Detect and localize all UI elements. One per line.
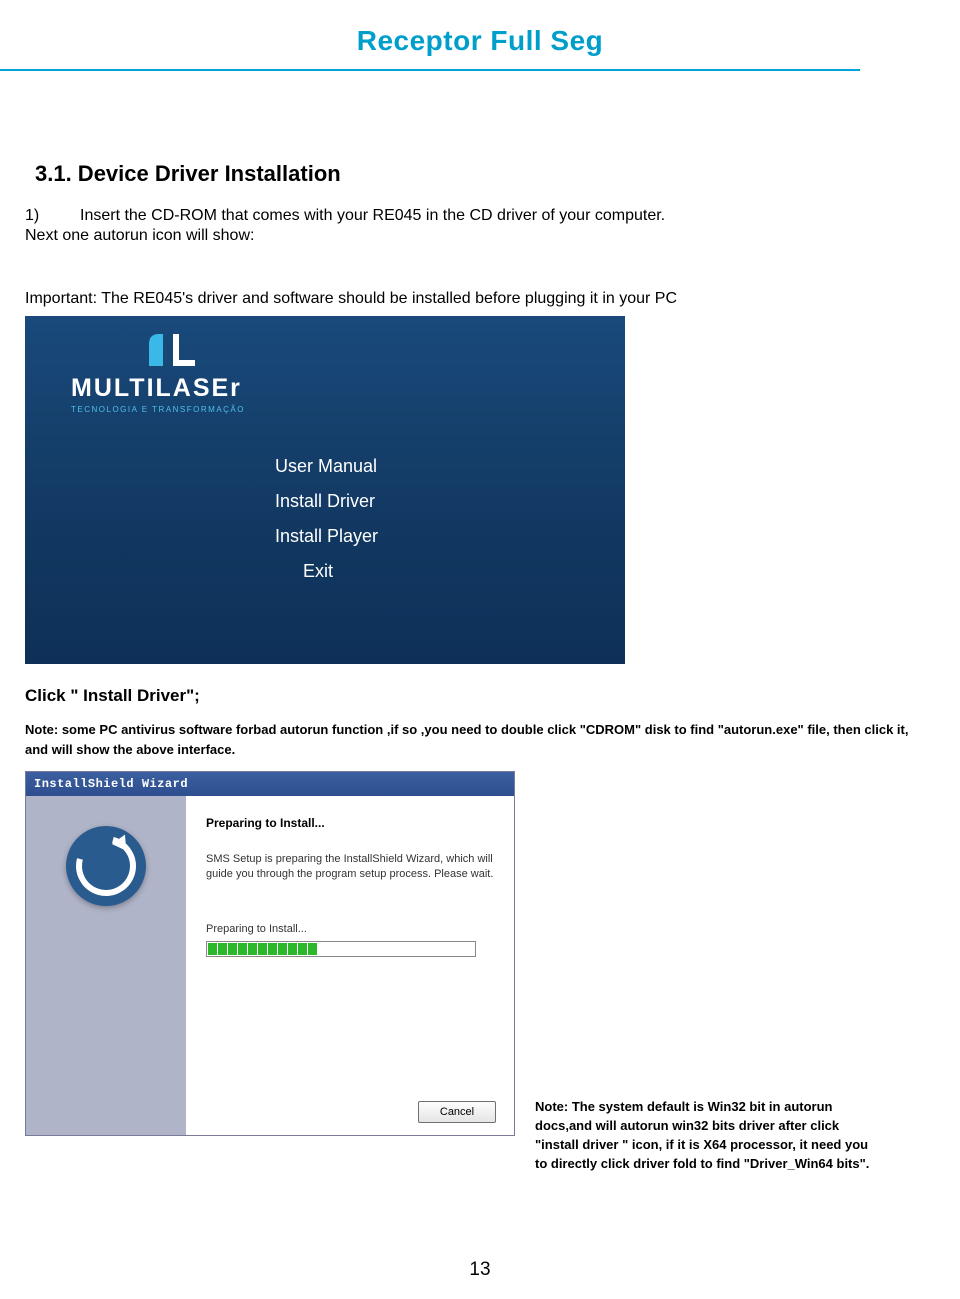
cancel-button[interactable]: Cancel (418, 1101, 496, 1123)
multilaser-logo-icon (141, 326, 201, 366)
logo-subtitle: TECNOLOGIA E TRANSFORMAÇÃO (71, 405, 245, 414)
installer-disc-icon (66, 826, 146, 906)
header-divider (0, 69, 860, 71)
installer-progress (206, 941, 476, 957)
installer-sub: Preparing to Install... (206, 923, 494, 935)
installshield-screenshot: InstallShield Wizard Preparing to Instal… (25, 771, 515, 1136)
next-line: Next one autorun icon will show: (25, 227, 935, 245)
step-1: 1)Insert the CD-ROM that comes with your… (25, 207, 935, 225)
logo-block: MULTILASEr TECNOLOGIA E TRANSFORMAÇÃO (71, 326, 245, 414)
step-text: Insert the CD-ROM that comes with your R… (80, 207, 665, 224)
menu-exit[interactable]: Exit (303, 561, 378, 582)
section-heading: 3.1. Device Driver Installation (35, 161, 935, 187)
step-number: 1) (25, 207, 80, 225)
installer-heading: Preparing to Install... (206, 816, 494, 830)
autorun-menu: User Manual Install Driver Install Playe… (275, 456, 378, 596)
important-note: Important: The RE045's driver and softwa… (25, 290, 935, 308)
side-note: Note: The system default is Win32 bit in… (535, 1098, 875, 1173)
logo-text: MULTILASEr (71, 374, 245, 403)
click-instruction: Click " Install Driver"; (25, 686, 935, 706)
page-title: Receptor Full Seg (0, 0, 960, 57)
page-number: 13 (0, 1259, 960, 1281)
autorun-screenshot: MULTILASEr TECNOLOGIA E TRANSFORMAÇÃO Us… (25, 316, 625, 664)
menu-install-player[interactable]: Install Player (275, 526, 378, 547)
menu-install-driver[interactable]: Install Driver (275, 491, 378, 512)
menu-user-manual[interactable]: User Manual (275, 456, 378, 477)
installer-titlebar: InstallShield Wizard (26, 772, 514, 796)
installer-body-text: SMS Setup is preparing the InstallShield… (206, 852, 494, 883)
installer-main: Preparing to Install... SMS Setup is pre… (186, 796, 514, 1135)
installer-sidebar (26, 796, 186, 1135)
note-1: Note: some PC antivirus software forbad … (25, 720, 935, 759)
